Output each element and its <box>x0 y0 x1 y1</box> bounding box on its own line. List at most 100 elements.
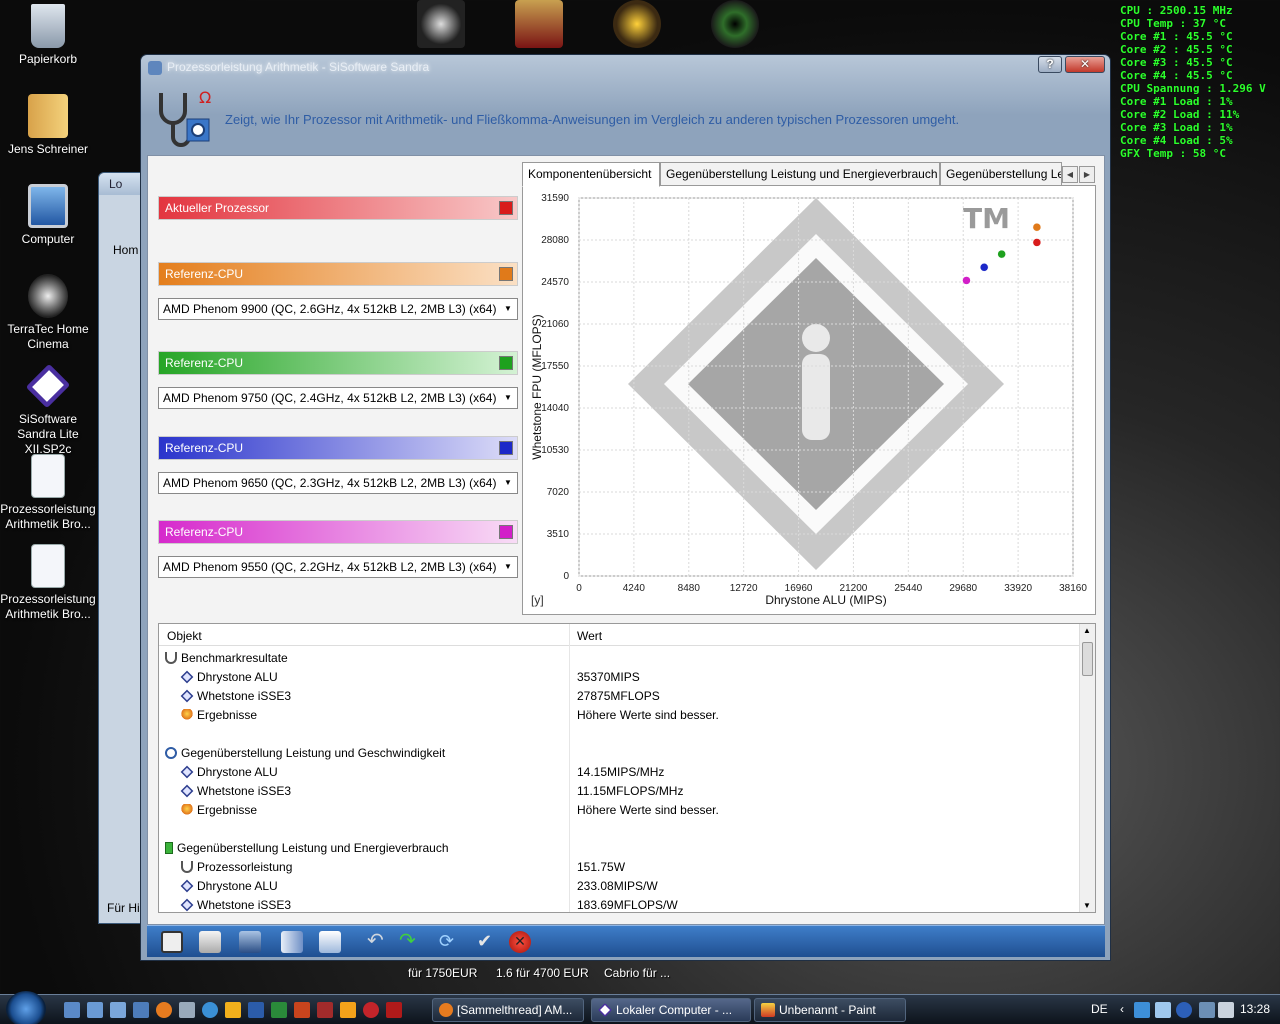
reference-cpu-select-4[interactable]: AMD Phenom 9550 (QC, 2.2GHz, 4x 512kB L2… <box>158 556 518 578</box>
table-row[interactable]: Ergebnisse Höhere Werte sind besser. <box>159 706 1079 725</box>
row-key-text: Ergebnisse <box>197 708 258 722</box>
table-row[interactable]: Prozessorleistung 151.75W <box>159 858 1079 877</box>
fear-icon[interactable] <box>711 0 759 48</box>
table-group-row[interactable]: Benchmarkresultate <box>159 649 1079 668</box>
chart-type-icon[interactable] <box>281 931 303 953</box>
tray-expand-icon[interactable]: ‹ <box>1120 1002 1124 1016</box>
scroll-down-icon[interactable]: ▼ <box>1083 901 1091 910</box>
chevron-down-icon[interactable]: ▼ <box>501 390 515 406</box>
graph-icon[interactable] <box>319 931 341 953</box>
table-row[interactable]: Dhrystone ALU 35370MIPS <box>159 668 1079 687</box>
row-key-text: Prozessorleistung <box>197 860 293 874</box>
forward-icon[interactable]: ↷ <box>399 931 421 953</box>
word-icon[interactable] <box>248 1002 264 1018</box>
bottom-toolbar: ↶ ↷ ⟳ ✔ ✕ <box>147 925 1105 957</box>
powerpoint-icon[interactable] <box>294 1002 310 1018</box>
sandra-window[interactable]: Prozessorleistung Arithmetik - SiSoftwar… <box>140 54 1111 961</box>
reference-cpu-color-swatch[interactable] <box>499 356 513 370</box>
firefox-icon[interactable] <box>156 1002 172 1018</box>
copy-icon[interactable] <box>199 931 221 953</box>
table-row[interactable]: Ergebnisse Höhere Werte sind besser. <box>159 801 1079 820</box>
desktop-icon-terratec[interactable]: TerraTec Home Cinema <box>0 274 96 352</box>
reference-cpu-value: AMD Phenom 9750 (QC, 2.4GHz, 4x 512kB L2… <box>163 391 497 405</box>
stalker-icon[interactable] <box>613 0 661 48</box>
table-row[interactable]: Whetstone iSSE3 183.69MFLOPS/W <box>159 896 1079 912</box>
ie-icon[interactable] <box>202 1002 218 1018</box>
row-value: 151.75W <box>577 860 626 874</box>
table-scrollbar[interactable]: ▲ ▼ <box>1079 624 1095 912</box>
table-group-row[interactable]: Gegenüberstellung Leistung und Geschwind… <box>159 744 1079 763</box>
chevron-down-icon[interactable]: ▼ <box>501 301 515 317</box>
desktop-icon-recycle-bin[interactable]: Papierkorb <box>0 4 96 67</box>
reference-cpu-select-3[interactable]: AMD Phenom 9650 (QC, 2.3GHz, 4x 512kB L2… <box>158 472 518 494</box>
bluetooth-icon[interactable] <box>1176 1002 1192 1018</box>
adobe-icon[interactable] <box>386 1002 402 1018</box>
search-icon[interactable] <box>179 1002 195 1018</box>
network-icon[interactable] <box>110 1002 126 1018</box>
table-group-row[interactable]: Gegenüberstellung Leistung und Energieve… <box>159 839 1079 858</box>
media-player-icon[interactable] <box>340 1002 356 1018</box>
table-row[interactable]: Dhrystone ALU 233.08MIPS/W <box>159 877 1079 896</box>
desktop-icon-report-2[interactable]: Prozessorleistung Arithmetik Bro... <box>0 544 96 622</box>
close-button[interactable]: ✕ <box>1065 56 1105 73</box>
chevron-down-icon[interactable]: ▼ <box>501 475 515 491</box>
opera-icon[interactable] <box>363 1002 379 1018</box>
tab-leistung-more[interactable]: Gegenüberstellung Leistung <box>940 162 1062 186</box>
cancel-icon[interactable]: ✕ <box>509 931 531 953</box>
tab-komponentenuebersicht[interactable]: Komponentenübersicht <box>522 162 660 187</box>
taskbar-button-forum[interactable]: [Sammelthread] AM... <box>432 998 584 1022</box>
steth-icon <box>165 652 177 664</box>
help-button[interactable]: ? <box>1038 56 1062 73</box>
back-icon[interactable]: ↶ <box>367 931 389 953</box>
steam-icon[interactable] <box>417 0 465 48</box>
refresh-icon[interactable]: ⟳ <box>439 931 461 953</box>
computer-icon[interactable] <box>133 1002 149 1018</box>
row-value: 35370MIPS <box>577 670 640 684</box>
chevron-down-icon[interactable]: ▼ <box>501 559 515 575</box>
clock[interactable]: 13:28 <box>1240 1002 1270 1016</box>
desktop-icon-computer[interactable]: Computer <box>0 184 96 247</box>
reference-cpu-color-swatch[interactable] <box>499 441 513 455</box>
switch-windows-icon[interactable] <box>87 1002 103 1018</box>
tray-app-icon[interactable] <box>1134 1002 1150 1018</box>
tab-leistung-energieverbrauch[interactable]: Gegenüberstellung Leistung und Energieve… <box>660 162 940 186</box>
reference-cpu-select-2[interactable]: AMD Phenom 9750 (QC, 2.4GHz, 4x 512kB L2… <box>158 387 518 409</box>
y-tick-label: 14040 <box>541 403 569 414</box>
tab-scroll-right-icon[interactable]: ▶ <box>1079 166 1095 183</box>
reference-cpu-color-swatch[interactable] <box>499 267 513 281</box>
reference-cpu-color-swatch[interactable] <box>499 525 513 539</box>
table-row[interactable]: Whetstone iSSE3 11.15MFLOPS/MHz <box>159 782 1079 801</box>
show-desktop-icon[interactable] <box>64 1002 80 1018</box>
reference-cpu-select-1[interactable]: AMD Phenom 9900 (QC, 2.6GHz, 4x 512kB L2… <box>158 298 518 320</box>
language-indicator[interactable]: DE <box>1091 1002 1108 1016</box>
row-value: 14.15MIPS/MHz <box>577 765 665 779</box>
document-icon <box>31 454 65 498</box>
messenger-icon[interactable] <box>225 1002 241 1018</box>
desktop-icon-user-folder[interactable]: Jens Schreiner <box>0 94 96 157</box>
diamond-icon <box>180 879 194 893</box>
column-header-object[interactable]: Objekt <box>167 629 202 643</box>
scroll-up-icon[interactable]: ▲ <box>1083 626 1091 635</box>
start-button[interactable] <box>6 991 46 1024</box>
tray-sync-icon[interactable] <box>1155 1002 1171 1018</box>
data-point <box>997 249 1006 259</box>
taskbar-button-paint[interactable]: Unbenannt - Paint <box>754 998 906 1022</box>
excel-icon[interactable] <box>271 1002 287 1018</box>
save-icon[interactable] <box>239 931 261 953</box>
report-icon[interactable] <box>161 931 183 953</box>
ok-icon[interactable]: ✔ <box>477 931 499 953</box>
table-row[interactable]: Whetstone iSSE3 27875MFLOPS <box>159 687 1079 706</box>
background-window-tab[interactable]: Hom <box>113 243 138 257</box>
scroll-thumb[interactable] <box>1082 642 1093 676</box>
volume-icon[interactable] <box>1218 1002 1234 1018</box>
desktop-icon-sandra[interactable]: SiSoftware Sandra Lite XII.SP2c <box>0 363 96 457</box>
desktop-icon-report-1[interactable]: Prozessorleistung Arithmetik Bro... <box>0 454 96 532</box>
column-header-value[interactable]: Wert <box>577 629 602 643</box>
vegas2-icon[interactable] <box>515 0 563 48</box>
table-row[interactable]: Dhrystone ALU 14.15MIPS/MHz <box>159 763 1079 782</box>
taskbar-button-sandra[interactable]: Lokaler Computer - ... <box>591 998 751 1022</box>
network-tray-icon[interactable] <box>1199 1002 1215 1018</box>
access-icon[interactable] <box>317 1002 333 1018</box>
diamond-icon <box>180 898 194 912</box>
tab-scroll-left-icon[interactable]: ◀ <box>1062 166 1078 183</box>
